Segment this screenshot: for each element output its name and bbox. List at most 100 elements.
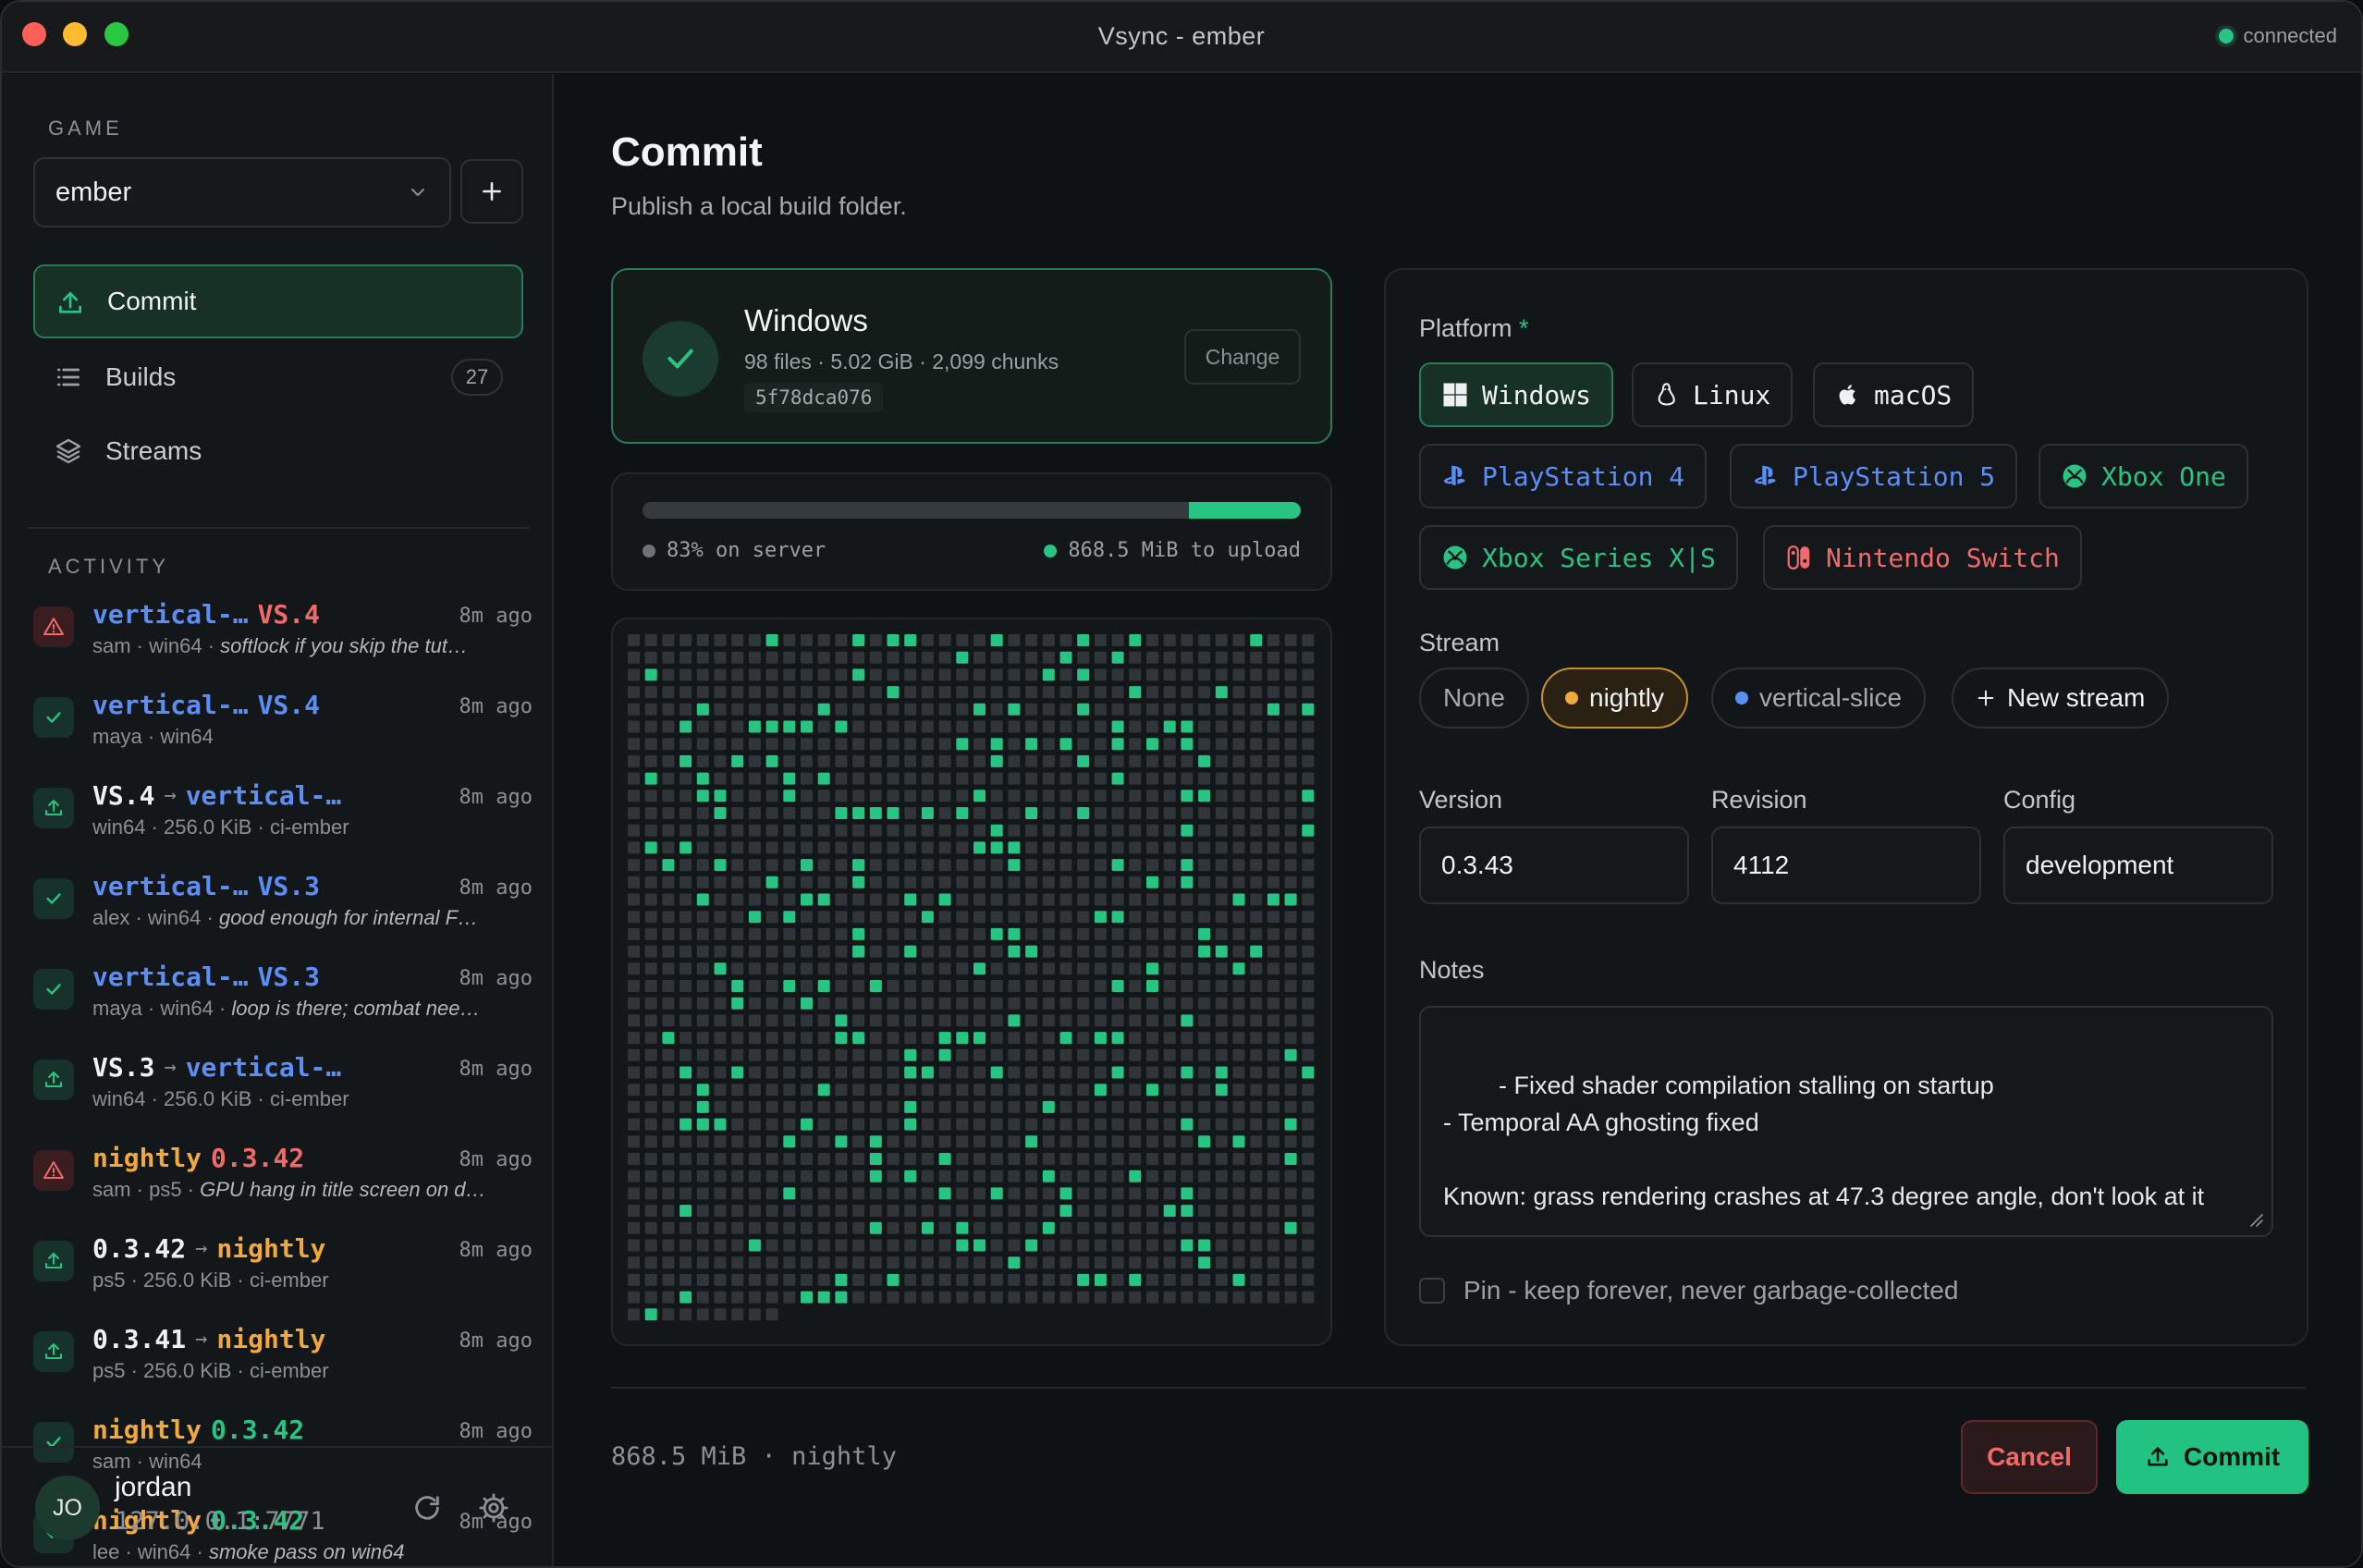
chunk-pending — [904, 1118, 917, 1131]
chunk-on-server — [644, 893, 657, 906]
chunk-on-server — [817, 738, 830, 751]
platform-chip-xbox-one[interactable]: Xbox One — [2039, 444, 2248, 508]
resize-handle-icon[interactable] — [2247, 1211, 2264, 1228]
chunk-on-server — [938, 703, 951, 716]
chunk-on-server — [1232, 668, 1245, 681]
platform-chip-ps4[interactable]: PlayStation 4 — [1419, 444, 1708, 508]
chunk-on-server — [748, 1187, 761, 1200]
notes-textarea[interactable]: - Fixed shader compilation stalling on s… — [1419, 1006, 2273, 1237]
chunk-pending — [1181, 1118, 1194, 1131]
chunk-on-server — [1302, 1221, 1315, 1234]
chunk-on-server — [990, 911, 1003, 924]
platform-label-text: Platform — [1419, 314, 1512, 342]
activity-item[interactable]: vertical-… VS.4 8m ago maya · win64 — [33, 690, 533, 762]
refresh-icon[interactable] — [411, 1492, 443, 1524]
chunk-on-server — [887, 824, 900, 837]
platform-chip-linux[interactable]: Linux — [1632, 362, 1794, 427]
chunk-on-server — [1129, 980, 1142, 992]
chunk-on-server — [1215, 1187, 1228, 1200]
platform-chip-windows[interactable]: Windows — [1419, 362, 1614, 427]
activity-item[interactable]: 0.3.42 → nightly 8m ago ps5 · 256.0 KiB · ci… — [33, 1233, 533, 1305]
chunk-on-server — [662, 911, 675, 924]
chunk-on-server — [1025, 962, 1038, 975]
chunk-on-server — [1077, 1205, 1090, 1218]
stream-option-none[interactable]: None — [1419, 668, 1529, 729]
chunk-on-server — [1059, 824, 1072, 837]
chunk-on-server — [1302, 859, 1315, 872]
platform-chip-ps5[interactable]: PlayStation 5 — [1730, 444, 2018, 508]
change-build-button[interactable]: Change — [1184, 329, 1301, 385]
cancel-button[interactable]: Cancel — [1961, 1420, 2098, 1494]
chunk-on-server — [783, 686, 796, 699]
platform-chip-switch[interactable]: Nintendo Switch — [1763, 525, 2082, 590]
chunk-on-server — [801, 1048, 813, 1061]
chunk-on-server — [783, 754, 796, 767]
chunk-pending — [1181, 1239, 1194, 1252]
activity-meta: win64 · 256.0 KiB · ci-ember — [92, 815, 533, 839]
chunk-on-server — [731, 1291, 744, 1304]
activity-item[interactable]: vertical-… VS.3 8m ago maya · win64 · loop … — [33, 962, 533, 1034]
activity-item[interactable]: nightly 0.3.42 8m ago sam · ps5 · GPU hang … — [33, 1143, 533, 1215]
chunk-pending — [1250, 634, 1263, 646]
chunk-on-server — [869, 686, 882, 699]
chunk-pending — [765, 754, 778, 767]
nav-item-streams[interactable]: Streams — [33, 414, 523, 488]
stream-option-nightly[interactable]: nightly — [1541, 668, 1688, 729]
chunk-on-server — [765, 1084, 778, 1096]
chunk-on-server — [887, 911, 900, 924]
server-address: 127.0.0.1:7771 — [115, 1507, 325, 1536]
chunk-on-server — [1025, 1014, 1038, 1027]
chunk-pending — [1163, 720, 1176, 733]
chunk-pending — [904, 1170, 917, 1182]
chunk-on-server — [1250, 841, 1263, 854]
add-game-button[interactable] — [460, 159, 523, 224]
activity-item[interactable]: VS.4 → vertical-… 8m ago win64 · 256.0 KiB ·… — [33, 780, 533, 852]
version-input[interactable]: 0.3.43 — [1419, 827, 1689, 904]
revision-input[interactable]: 4112 — [1711, 827, 1981, 904]
commit-button[interactable]: Commit — [2116, 1420, 2308, 1494]
chunk-on-server — [1198, 1153, 1211, 1165]
activity-note: softlock if you skip the tut… — [220, 634, 468, 657]
chunk-on-server — [696, 962, 709, 975]
chunk-on-server — [714, 1256, 727, 1269]
chunk-on-server — [1146, 911, 1158, 924]
chunk-on-server — [1042, 720, 1055, 733]
avatar[interactable]: JO — [35, 1476, 100, 1540]
chunk-on-server — [1042, 772, 1055, 785]
gear-icon[interactable] — [478, 1492, 509, 1524]
activity-item[interactable]: vertical-… VS.3 8m ago alex · win64 · good … — [33, 871, 533, 943]
config-input[interactable]: development — [2003, 827, 2273, 904]
nav-item-builds[interactable]: Builds 27 — [33, 340, 523, 414]
activity-item[interactable]: VS.3 → vertical-… 8m ago win64 · 256.0 KiB ·… — [33, 1052, 533, 1124]
platform-chip-xbox-series[interactable]: Xbox Series X|S — [1419, 525, 1738, 590]
activity-item[interactable]: vertical-… VS.4 8m ago sam · win64 · softlo… — [33, 599, 533, 671]
chunk-on-server — [628, 720, 640, 733]
chunk-on-server — [1198, 720, 1211, 733]
chunk-on-server — [973, 997, 986, 1010]
new-stream-button[interactable]: New stream — [1952, 668, 2170, 729]
stream-dot-icon — [1565, 692, 1578, 704]
pin-option[interactable]: Pin - keep forever, never garbage-collec… — [1419, 1276, 1958, 1305]
chunk-on-server — [1025, 1170, 1038, 1182]
activity-item[interactable]: 0.3.41 → nightly 8m ago ps5 · 256.0 KiB · ci… — [33, 1324, 533, 1396]
game-select[interactable]: ember — [33, 157, 451, 227]
chunk-on-server — [1250, 1118, 1263, 1131]
chunk-on-server — [1284, 997, 1297, 1010]
upload-progress-bar — [643, 502, 1301, 519]
chunk-on-server — [680, 1135, 692, 1148]
stream-label: Stream — [1419, 629, 1500, 656]
stream-option-vertical-slice[interactable]: vertical-slice — [1711, 668, 1927, 729]
chunk-on-server — [1146, 668, 1158, 681]
chunk-on-server — [662, 634, 675, 646]
chunk-on-server — [1198, 738, 1211, 751]
pin-checkbox[interactable] — [1419, 1278, 1445, 1304]
chunk-on-server — [801, 945, 813, 958]
platform-chip-macos[interactable]: macOS — [1813, 362, 1975, 427]
chunk-on-server — [1250, 859, 1263, 872]
chunk-on-server — [921, 1084, 934, 1096]
chunk-on-server — [973, 1135, 986, 1148]
chunk-on-server — [662, 1256, 675, 1269]
chunk-on-server — [1129, 927, 1142, 940]
nav-item-commit[interactable]: Commit — [33, 264, 523, 338]
chunk-pending — [973, 703, 986, 716]
